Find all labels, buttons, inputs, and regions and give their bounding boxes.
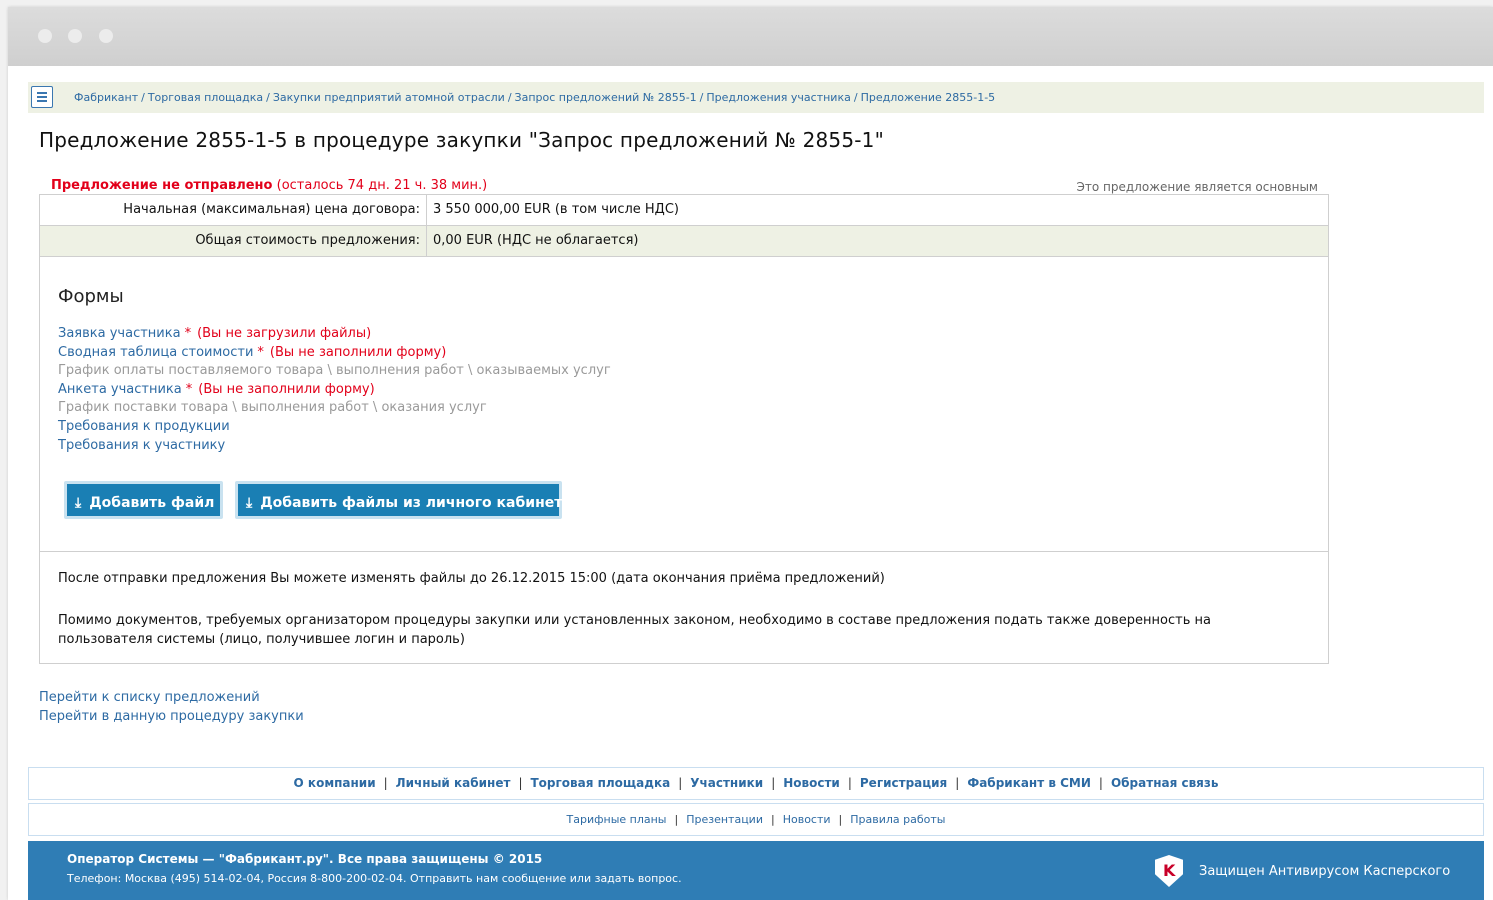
required-mark: * xyxy=(185,381,193,397)
total-price-value: 0,00 EUR (НДС не облагается) xyxy=(433,233,639,248)
edit-deadline-note: После отправки предложения Вы можете изм… xyxy=(58,571,885,586)
breadcrumb-request[interactable]: Запрос предложений № 2855-1 xyxy=(515,91,697,104)
footer-nav-main: О компании | Личный кабинет | Торговая площа… xyxy=(28,767,1484,800)
required-mark: * xyxy=(257,344,264,360)
status-label: Предложение не отправлено xyxy=(51,178,273,193)
forms-list: Заявка участника * (Вы не загрузили файлы)… xyxy=(58,325,611,455)
footer-link-news[interactable]: Новости xyxy=(783,776,840,790)
form-link-payment-schedule: График оплаты поставляемого товара \ вып… xyxy=(58,363,611,379)
footer-link-tariffs[interactable]: Тарифные планы xyxy=(567,813,667,826)
form-error: (Вы не заполнили форму) xyxy=(198,381,375,397)
form-link-participant-requirements[interactable]: Требования к участнику xyxy=(58,438,225,453)
link-to-procedure[interactable]: Перейти в данную процедуру закупки xyxy=(39,707,304,726)
form-link-participant-application[interactable]: Заявка участника xyxy=(58,326,181,341)
form-item: График поставки товара \ выполнения рабо… xyxy=(58,399,611,418)
window-minimize-dot[interactable] xyxy=(68,29,82,43)
footer-link-rules[interactable]: Правила работы xyxy=(850,813,945,826)
form-error: (Вы не заполнили форму) xyxy=(269,344,447,360)
breadcrumb-fabrikant[interactable]: Фабрикант xyxy=(74,91,138,104)
footer-link-media[interactable]: Фабрикант в СМИ xyxy=(967,776,1091,790)
form-item: График оплаты поставляемого товара \ вып… xyxy=(58,362,611,381)
form-item: Требования к участнику xyxy=(58,437,611,456)
window-close-dot[interactable] xyxy=(38,29,52,43)
status-remaining: (осталось 74 дн. 21 ч. 38 мин.) xyxy=(276,178,488,193)
offer-panel: Начальная (максимальная) цена договора: … xyxy=(39,194,1329,664)
download-icon: ⤓ xyxy=(246,495,253,511)
form-link-delivery-schedule: График поставки товара \ выполнения рабо… xyxy=(58,400,487,416)
footer-link-participants[interactable]: Участники xyxy=(690,776,763,790)
initial-price-label: Начальная (максимальная) цена договора: xyxy=(40,195,427,225)
initial-price-row: Начальная (максимальная) цена договора: … xyxy=(40,195,1328,226)
footer-copyright: Оператор Системы — "Фабрикант.ру". Все п… xyxy=(67,852,543,866)
breadcrumb-trading-platform[interactable]: Торговая площадка xyxy=(148,91,263,104)
form-link-product-requirements[interactable]: Требования к продукции xyxy=(58,419,230,434)
footer-link-registration[interactable]: Регистрация xyxy=(860,776,947,790)
browser-window: Фабрикант / Торговая площадка / Закупки пред… xyxy=(8,7,1493,900)
page-title: Предложение 2855-1-5 в процедуре закупки… xyxy=(39,128,885,152)
breadcrumb-nuclear-purchases[interactable]: Закупки предприятий атомной отрасли xyxy=(273,91,505,104)
footer-contacts: Телефон: Москва (495) 514-02-04, Россия … xyxy=(67,872,682,885)
form-item: Заявка участника * (Вы не загрузили файлы) xyxy=(58,325,611,344)
site-footer: Оператор Системы — "Фабрикант.ру". Все п… xyxy=(28,841,1484,900)
add-from-cabinet-label: Добавить файлы из личного кабинета xyxy=(260,495,572,511)
total-price-label: Общая стоимость предложения: xyxy=(40,226,427,256)
kaspersky-shield-icon: K xyxy=(1155,855,1183,887)
menu-list-icon[interactable] xyxy=(31,86,53,108)
breadcrumb-participant-offers[interactable]: Предложения участника xyxy=(706,91,850,104)
form-error: (Вы не загрузили файлы) xyxy=(197,326,372,341)
forms-heading: Формы xyxy=(58,286,124,307)
form-link-cost-table[interactable]: Сводная таблица стоимости xyxy=(58,345,253,360)
footer-link-cabinet[interactable]: Личный кабинет xyxy=(396,776,511,790)
bottom-links: Перейти к списку предложений Перейти в д… xyxy=(39,688,304,726)
add-file-label: Добавить файл xyxy=(89,495,215,511)
breadcrumb-bar: Фабрикант / Торговая площадка / Закупки пред… xyxy=(28,82,1484,113)
power-of-attorney-note: Помимо документов, требуемых организатор… xyxy=(58,613,1211,647)
breadcrumb: Фабрикант / Торговая площадка / Закупки пред… xyxy=(74,91,996,104)
total-price-row: Общая стоимость предложения: 0,00 EUR (Н… xyxy=(40,226,1328,257)
window-titlebar xyxy=(8,7,1493,66)
download-icon: ⤓ xyxy=(75,495,82,511)
form-link-participant-questionnaire[interactable]: Анкета участника xyxy=(58,382,182,397)
link-to-offers-list[interactable]: Перейти к списку предложений xyxy=(39,688,304,707)
initial-price-value: 3 550 000,00 EUR (в том числе НДС) xyxy=(433,202,679,217)
footer-link-about[interactable]: О компании xyxy=(294,776,376,790)
footer-nav-secondary: Тарифные планы | Презентации | Новости | Прави… xyxy=(28,803,1484,836)
form-item: Сводная таблица стоимости * (Вы не заполни… xyxy=(58,344,611,363)
footer-link-presentations[interactable]: Презентации xyxy=(686,813,763,826)
add-file-button[interactable]: ⤓ Добавить файл xyxy=(64,481,223,519)
add-from-cabinet-button[interactable]: ⤓ Добавить файлы из личного кабинета xyxy=(235,481,572,519)
antivirus-note: Защищен Антивирусом Касперского xyxy=(1199,864,1451,879)
form-item: Требования к продукции xyxy=(58,418,611,437)
page-content: Фабрикант / Торговая площадка / Закупки пред… xyxy=(8,66,1493,900)
breadcrumb-current-offer[interactable]: Предложение 2855-1-5 xyxy=(861,91,996,104)
footer-link-trading[interactable]: Торговая площадка xyxy=(530,776,670,790)
footer-link-feedback[interactable]: Обратная связь xyxy=(1111,776,1218,790)
window-zoom-dot[interactable] xyxy=(99,29,113,43)
panel-divider xyxy=(40,551,1328,552)
offer-status: Предложение не отправлено (осталось 74 д… xyxy=(51,178,487,193)
form-item: Анкета участника * (Вы не заполнили форму) xyxy=(58,381,611,400)
required-mark: * xyxy=(184,326,192,341)
main-offer-note: Это предложение является основным xyxy=(1076,180,1318,194)
footer-link-news-secondary[interactable]: Новости xyxy=(783,813,831,826)
